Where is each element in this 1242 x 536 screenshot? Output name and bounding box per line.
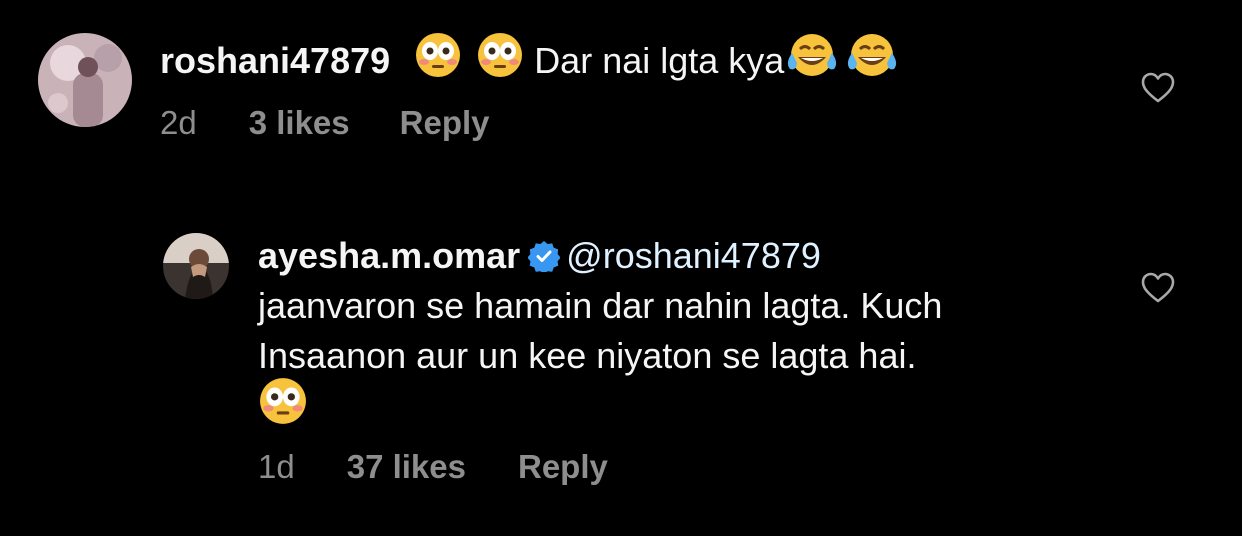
heart-icon[interactable] <box>1140 70 1176 106</box>
comment-meta: 1d 37 likes Reply <box>258 448 608 486</box>
avatar[interactable] <box>38 33 132 127</box>
avatar[interactable] <box>163 233 229 299</box>
tears-of-joy-icon <box>784 31 840 91</box>
username[interactable]: roshani47879 <box>160 40 390 81</box>
likes-count[interactable]: 37 likes <box>347 448 466 486</box>
username[interactable]: ayesha.m.omar <box>258 235 520 276</box>
comment-ayesha-m-omar: ayesha.m.omar @roshani47879 jaanvaron se… <box>0 200 1242 536</box>
comment-text-line2: Insaanon aur un kee niyaton se lagta hai… <box>258 335 917 376</box>
comment-text: Dar nai lgta kya <box>534 40 785 81</box>
reply-button[interactable]: Reply <box>518 448 608 486</box>
comment-age: 1d <box>258 448 295 485</box>
tears-of-joy-icon <box>844 31 900 91</box>
flushed-face-icon <box>414 31 462 91</box>
verified-badge-icon <box>527 236 561 284</box>
comment-roshani47879: roshani47879 Dar nai lgta kya 2d 3 likes… <box>0 0 1242 200</box>
comment-age: 2d <box>160 104 197 141</box>
mention-link[interactable]: @roshani47879 <box>566 235 821 276</box>
likes-count[interactable]: 3 likes <box>249 104 350 142</box>
reply-button[interactable]: Reply <box>400 104 490 142</box>
comment-body-line1: ayesha.m.omar @roshani47879 <box>258 232 821 284</box>
comment-text-line1: jaanvaron se hamain dar nahin lagta. Kuc… <box>258 285 943 326</box>
comment-meta: 2d 3 likes Reply <box>160 104 490 142</box>
flushed-face-icon <box>258 376 308 438</box>
comment-emoji-line <box>258 376 308 438</box>
comment-body: roshani47879 Dar nai lgta kya <box>160 31 900 91</box>
heart-icon[interactable] <box>1140 270 1176 306</box>
flushed-face-icon <box>476 31 524 91</box>
